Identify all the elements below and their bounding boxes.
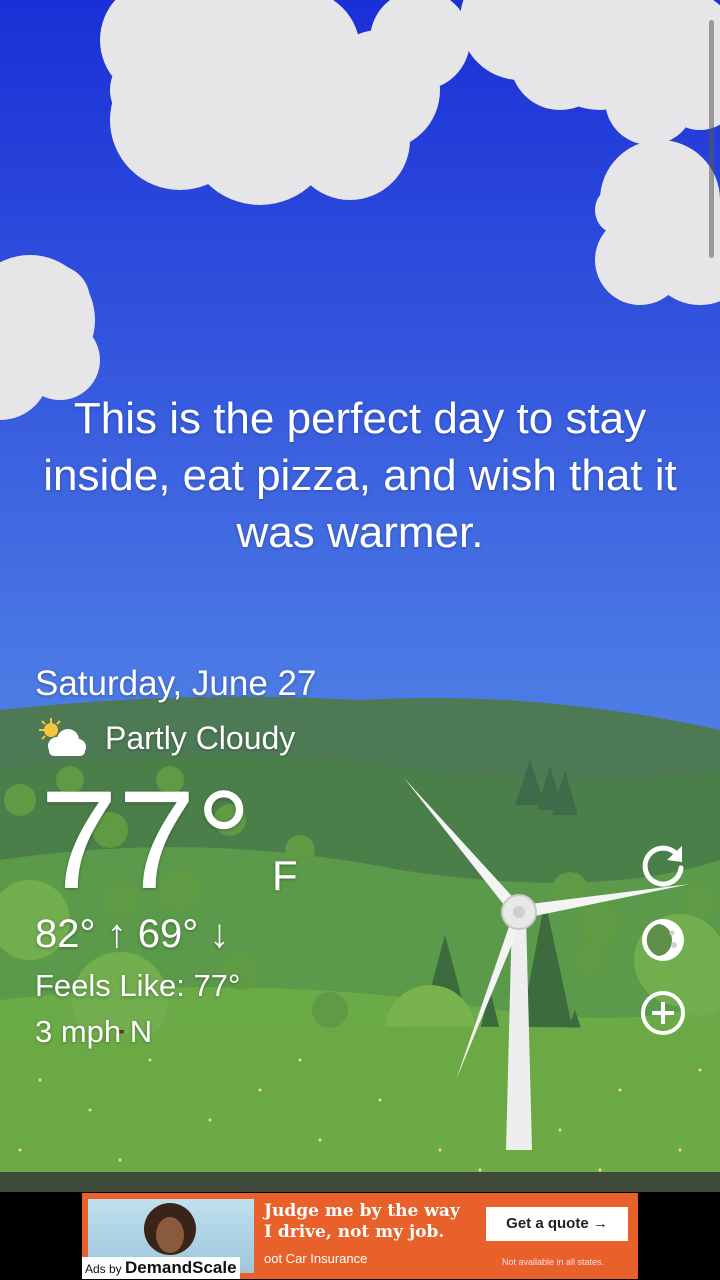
ad-brand: oot Car Insurance (264, 1251, 368, 1266)
moon-button[interactable] (638, 915, 688, 965)
condition-text: Partly Cloudy (105, 719, 296, 756)
ads-by-prefix: Ads by (85, 1262, 122, 1276)
temperature-unit[interactable]: F (272, 852, 298, 900)
ad-network-name: DemandScale (125, 1258, 237, 1277)
refresh-icon (642, 845, 684, 887)
feels-like: Feels Like: 77° (35, 968, 241, 1003)
ad-cta-button[interactable]: Get a quote → (486, 1207, 628, 1241)
current-date: Saturday, June 27 (35, 664, 317, 703)
moon-icon (642, 919, 684, 961)
high-low-temperature: 82° ↑ 69° ↓ (35, 912, 230, 956)
ads-by-label[interactable]: Ads by DemandScale (82, 1257, 240, 1279)
partly-cloudy-icon (39, 718, 86, 756)
condition-row: Partly Cloudy (35, 716, 295, 760)
ad-headline: Judge me by the way I drive, not my job. (264, 1201, 460, 1242)
weather-quote: This is the perfect day to stay inside, … (43, 394, 677, 557)
current-temperature: 77° (40, 761, 252, 918)
ad-banner[interactable]: Judge me by the way I drive, not my job.… (82, 1193, 638, 1279)
scene-illustration (0, 0, 720, 1200)
add-location-button[interactable] (638, 988, 688, 1038)
refresh-button[interactable] (638, 840, 688, 890)
scrollbar[interactable] (709, 20, 714, 258)
ad-disclaimer: Not available in all states. (502, 1257, 605, 1267)
weather-scene (0, 0, 720, 1280)
wind-speed: 3 mph N (35, 1014, 153, 1049)
plus-circle-icon (641, 991, 685, 1035)
